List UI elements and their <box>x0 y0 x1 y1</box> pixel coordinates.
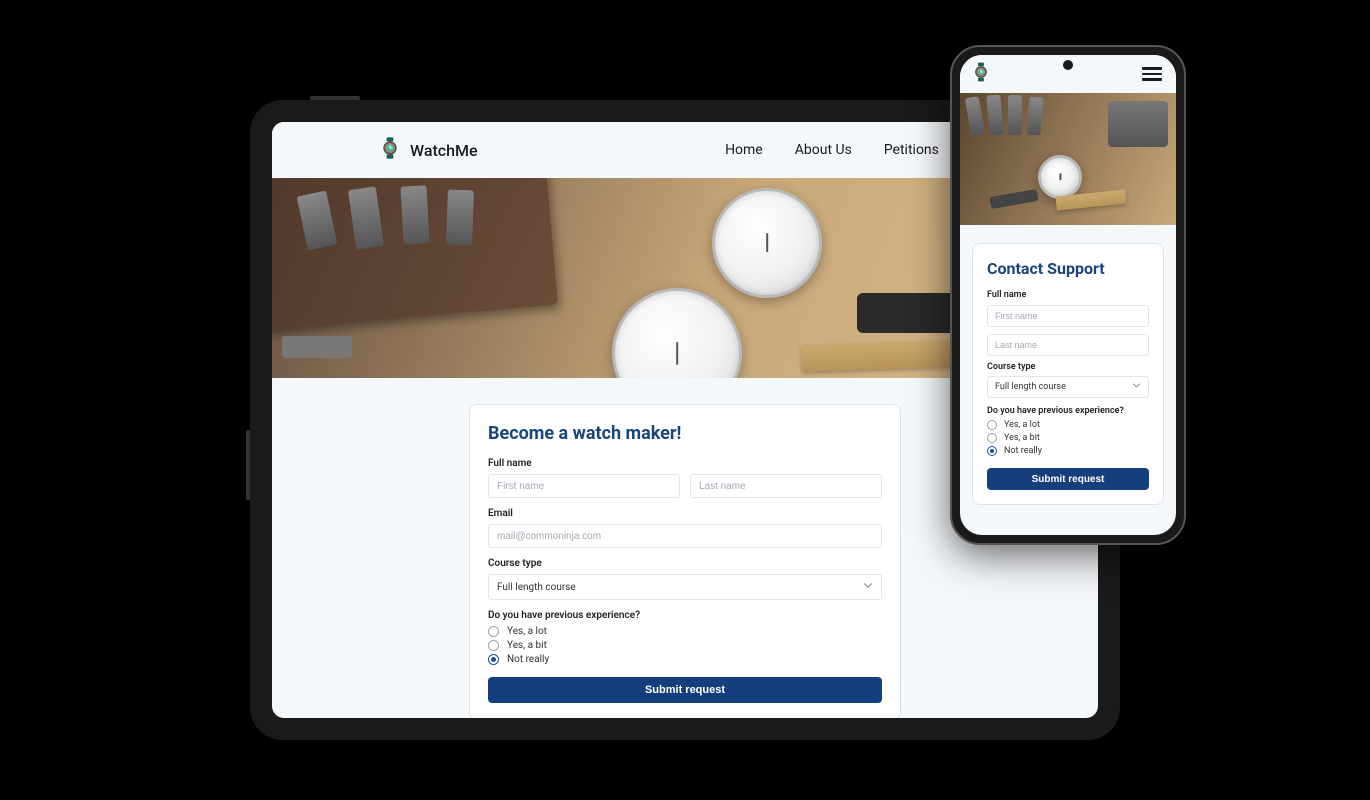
signup-form-card: Become a watch maker! Full name Email Co… <box>469 404 901 718</box>
watch-icon[interactable] <box>974 62 988 86</box>
experience-label-lot: Yes, a lot <box>507 626 547 637</box>
first-name-input[interactable] <box>987 305 1149 327</box>
email-input[interactable] <box>488 524 882 548</box>
nav-link-about[interactable]: About Us <box>795 142 852 158</box>
course-type-value: Full length course <box>497 582 576 593</box>
experience-radio-bit[interactable] <box>987 433 997 443</box>
experience-label: Do you have previous experience? <box>987 406 1149 416</box>
form-title: Contact Support <box>987 259 1149 278</box>
course-type-value: Full length course <box>995 382 1066 392</box>
experience-radio-lot[interactable] <box>488 626 499 637</box>
course-type-label: Course type <box>488 558 882 569</box>
menu-icon[interactable] <box>1142 67 1162 81</box>
experience-radio-group: Yes, a lot Yes, a bit Not really <box>488 626 882 665</box>
main-nav: Home About Us Petitions Co <box>725 142 988 158</box>
course-type-label: Course type <box>987 362 1149 372</box>
experience-radio-lot[interactable] <box>987 420 997 430</box>
experience-label-bit: Yes, a bit <box>1004 433 1040 443</box>
brand[interactable]: WatchMe <box>382 137 478 163</box>
device-button <box>310 96 360 100</box>
nav-link-home[interactable]: Home <box>725 142 763 158</box>
experience-radio-group: Yes, a lot Yes, a bit Not really <box>987 420 1149 456</box>
device-button <box>246 430 250 500</box>
last-name-input[interactable] <box>987 334 1149 356</box>
experience-label-notreally: Not really <box>1004 446 1042 456</box>
last-name-input[interactable] <box>690 474 882 498</box>
contact-form-card: Contact Support Full name Course type Fu… <box>972 243 1164 505</box>
course-type-select[interactable]: Full length course <box>488 574 882 600</box>
form-title: Become a watch maker! <box>488 423 882 444</box>
phone-screen: Contact Support Full name Course type Fu… <box>960 55 1176 535</box>
experience-label-notreally: Not really <box>507 654 549 665</box>
phone-device-frame: Contact Support Full name Course type Fu… <box>950 45 1186 545</box>
full-name-label: Full name <box>987 290 1149 300</box>
experience-radio-notreally[interactable] <box>987 446 997 456</box>
phone-camera <box>1063 60 1073 70</box>
watch-icon <box>382 137 398 163</box>
submit-button[interactable]: Submit request <box>488 677 882 703</box>
first-name-input[interactable] <box>488 474 680 498</box>
experience-radio-notreally[interactable] <box>488 654 499 665</box>
experience-label: Do you have previous experience? <box>488 610 882 621</box>
full-name-label: Full name <box>488 458 882 469</box>
nav-link-petitions[interactable]: Petitions <box>884 142 939 158</box>
chevron-down-icon <box>863 581 873 594</box>
chevron-down-icon <box>1132 381 1141 393</box>
experience-label-lot: Yes, a lot <box>1004 420 1040 430</box>
course-type-select[interactable]: Full length course <box>987 376 1149 398</box>
hero-image <box>960 93 1176 225</box>
experience-label-bit: Yes, a bit <box>507 640 547 651</box>
email-label: Email <box>488 508 882 519</box>
experience-radio-bit[interactable] <box>488 640 499 651</box>
brand-name: WatchMe <box>410 141 478 160</box>
submit-button[interactable]: Submit request <box>987 468 1149 490</box>
